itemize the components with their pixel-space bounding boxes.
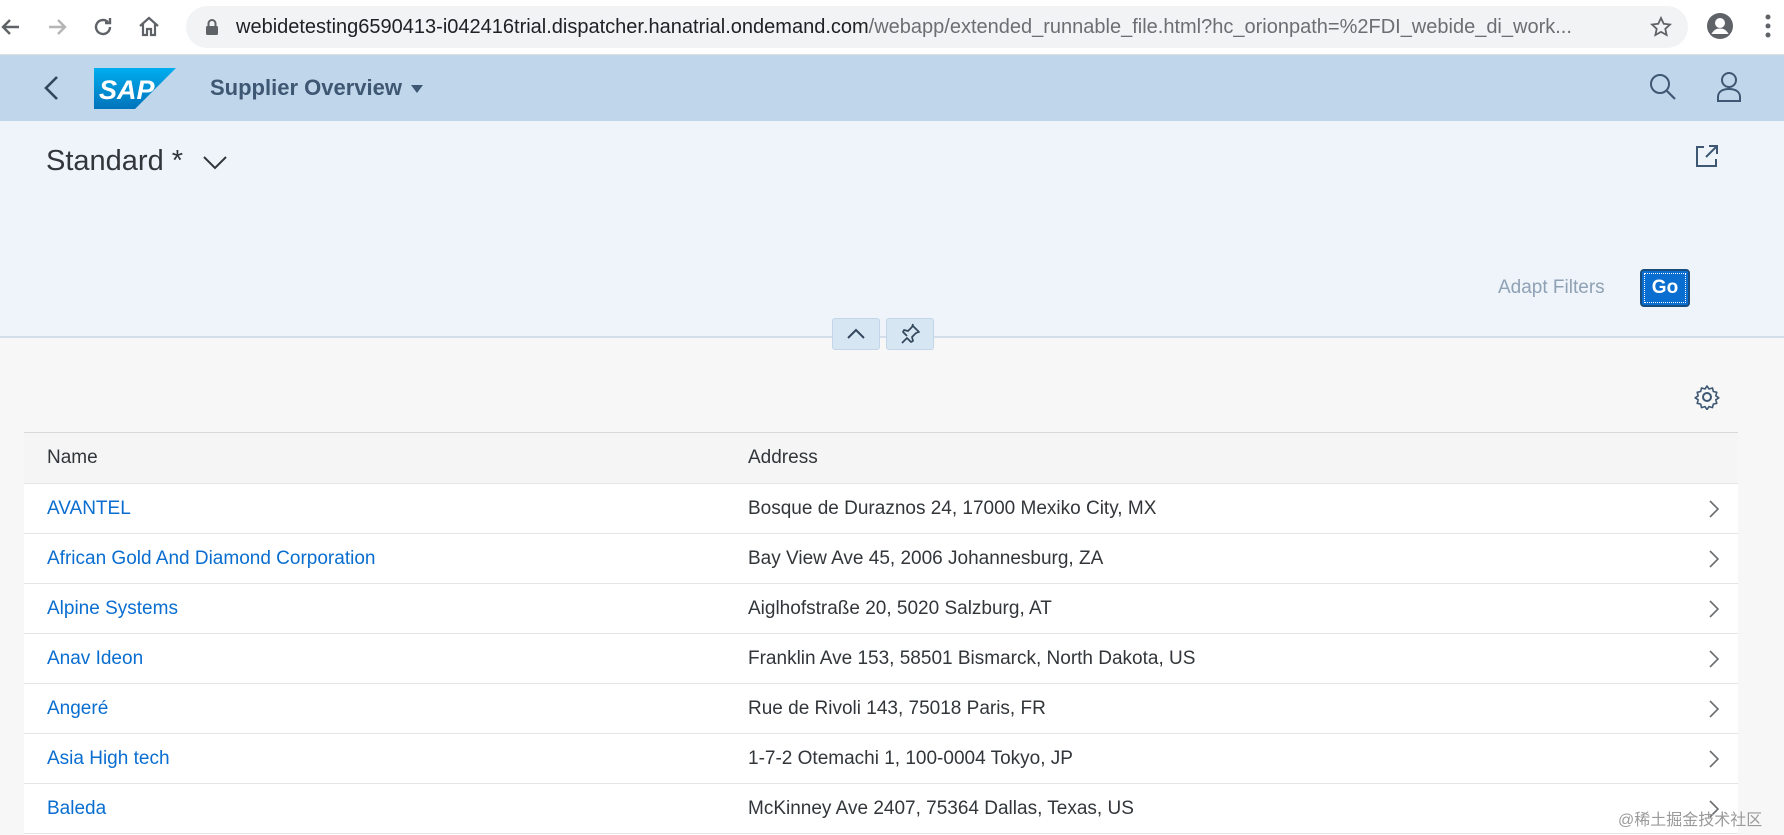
svg-text:SAP: SAP [99,75,156,105]
browser-toolbar: webidetesting6590413-i042416trial.dispat… [0,0,1784,55]
lock-icon [204,18,220,41]
supplier-address: 1-7-2 Otemachi 1, 100-0004 Tokyo, JP [748,748,1073,769]
browser-menu-icon[interactable] [1764,12,1772,45]
watermark: @稀土掘金技术社区 [1618,812,1763,829]
sap-logo[interactable]: SAP [94,68,176,114]
shell-bar: SAP Supplier Overview [0,55,1784,121]
supplier-address: Aiglhofstraße 20, 5020 Salzburg, AT [748,598,1052,619]
chevron-right-icon[interactable] [1709,550,1720,573]
settings-gear-icon[interactable] [1694,384,1720,415]
chevron-right-icon[interactable] [1709,750,1720,773]
chevron-right-icon[interactable] [1709,600,1720,623]
profile-icon[interactable] [1706,12,1734,45]
supplier-address: Bay View Ave 45, 2006 Johannesburg, ZA [748,548,1104,569]
pin-icon [901,323,920,344]
browser-back-icon[interactable] [0,10,28,44]
column-header-address[interactable]: Address [748,433,818,483]
chevron-down-icon[interactable] [202,155,228,176]
table-row[interactable]: Alpine Systems Aiglhofstraße 20, 5020 Sa… [24,584,1738,634]
supplier-name-link[interactable]: Baleda [47,784,106,833]
adapt-filters-button[interactable]: Adapt Filters [1498,277,1605,299]
supplier-address: Rue de Rivoli 143, 75018 Paris, FR [748,698,1046,719]
supplier-table: Name Address AVANTEL Bosque de Duraznos … [24,360,1738,835]
table-row[interactable]: Baleda McKinney Ave 2407, 75364 Dallas, … [24,784,1738,834]
supplier-name-link[interactable]: AVANTEL [47,484,131,533]
table-row[interactable]: Asia High tech 1-7-2 Otemachi 1, 100-000… [24,734,1738,784]
supplier-name-link[interactable]: Angeré [47,684,108,733]
variant-title[interactable]: Standard * [46,145,183,178]
supplier-name-link[interactable]: African Gold And Diamond Corporation [47,534,375,583]
app-title[interactable]: Supplier Overview [210,55,424,121]
table-rows: AVANTEL Bosque de Duraznos 24, 17000 Mex… [24,484,1738,834]
bookmark-star-icon[interactable] [1649,15,1673,43]
browser-forward-icon[interactable] [40,10,74,44]
table-toolbar [24,360,1738,433]
supplier-name-link[interactable]: Asia High tech [47,734,170,783]
url-host: webidetesting6590413-i042416trial.dispat… [236,16,869,38]
table-row[interactable]: AVANTEL Bosque de Duraznos 24, 17000 Mex… [24,484,1738,534]
url-path: /webapp/extended_runnable_file.html?hc_o… [868,16,1572,38]
table-column-header: Name Address [24,433,1738,484]
column-header-name[interactable]: Name [47,433,98,483]
caret-down-icon [410,54,424,120]
collapse-header-button[interactable] [832,318,880,350]
browser-reload-icon[interactable] [86,10,120,44]
go-button[interactable]: Go [1640,269,1690,307]
search-icon[interactable] [1648,72,1678,107]
table-row[interactable]: African Gold And Diamond Corporation Bay… [24,534,1738,584]
dynamic-page-header: Standard * Adapt Filters Go [0,121,1784,338]
pin-header-button[interactable] [886,318,934,350]
back-icon[interactable] [36,72,68,104]
app-title-text: Supplier Overview [210,75,402,100]
table-row[interactable]: Angeré Rue de Rivoli 143, 75018 Paris, F… [24,684,1738,734]
chevron-right-icon[interactable] [1709,650,1720,673]
browser-home-icon[interactable] [132,10,166,44]
supplier-address: Franklin Ave 153, 58501 Bismarck, North … [748,648,1196,669]
user-icon[interactable] [1714,71,1744,108]
supplier-name-link[interactable]: Anav Ideon [47,634,143,683]
chevron-up-icon [847,328,865,339]
supplier-name-link[interactable]: Alpine Systems [47,584,178,633]
chevron-right-icon[interactable] [1709,500,1720,523]
supplier-address: McKinney Ave 2407, 75364 Dallas, Texas, … [748,798,1134,819]
share-icon[interactable] [1694,143,1720,174]
address-bar[interactable]: webidetesting6590413-i042416trial.dispat… [186,6,1688,48]
supplier-address: Bosque de Duraznos 24, 17000 Mexiko City… [748,498,1157,519]
chevron-right-icon[interactable] [1709,700,1720,723]
table-row[interactable]: Anav Ideon Franklin Ave 153, 58501 Bisma… [24,634,1738,684]
url-text: webidetesting6590413-i042416trial.dispat… [236,6,1626,48]
